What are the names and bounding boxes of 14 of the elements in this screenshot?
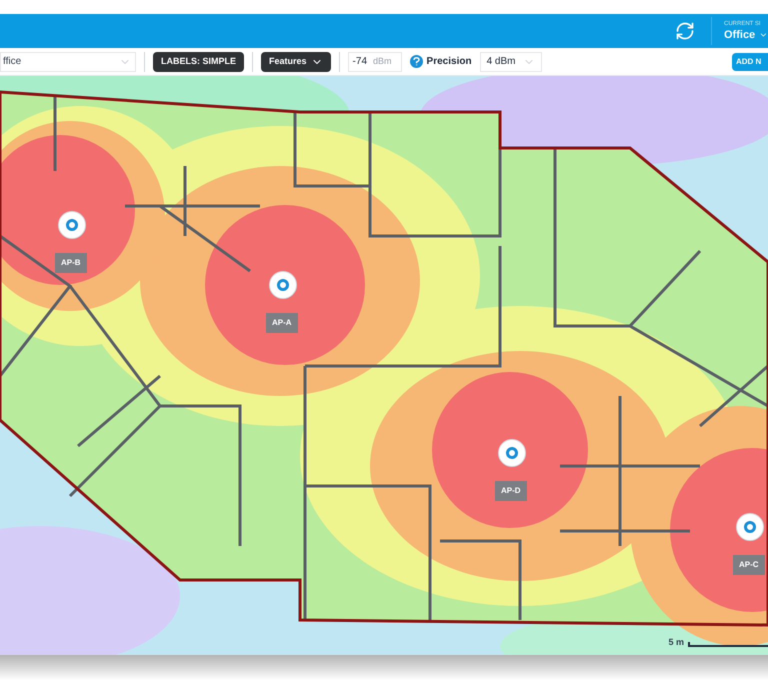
access-point-label: AP-C (733, 555, 765, 575)
access-point-label: AP-A (266, 313, 298, 333)
signal-input[interactable]: -74 dBm (348, 52, 402, 72)
access-point-label: AP-D (495, 481, 527, 501)
scale-label: 5 m (668, 636, 684, 648)
access-point-label: AP-B (55, 253, 87, 273)
precision-select[interactable]: 4 dBm (480, 52, 542, 72)
features-dropdown[interactable]: Features (261, 52, 331, 72)
map-select[interactable]: ffice (0, 52, 136, 72)
labels-button[interactable]: LABELS: SIMPLE (153, 52, 244, 72)
precision-label: Precision (426, 55, 472, 69)
unit-label: dBm (373, 54, 392, 68)
refresh-icon[interactable] (675, 21, 695, 41)
help-icon[interactable] (410, 55, 423, 68)
